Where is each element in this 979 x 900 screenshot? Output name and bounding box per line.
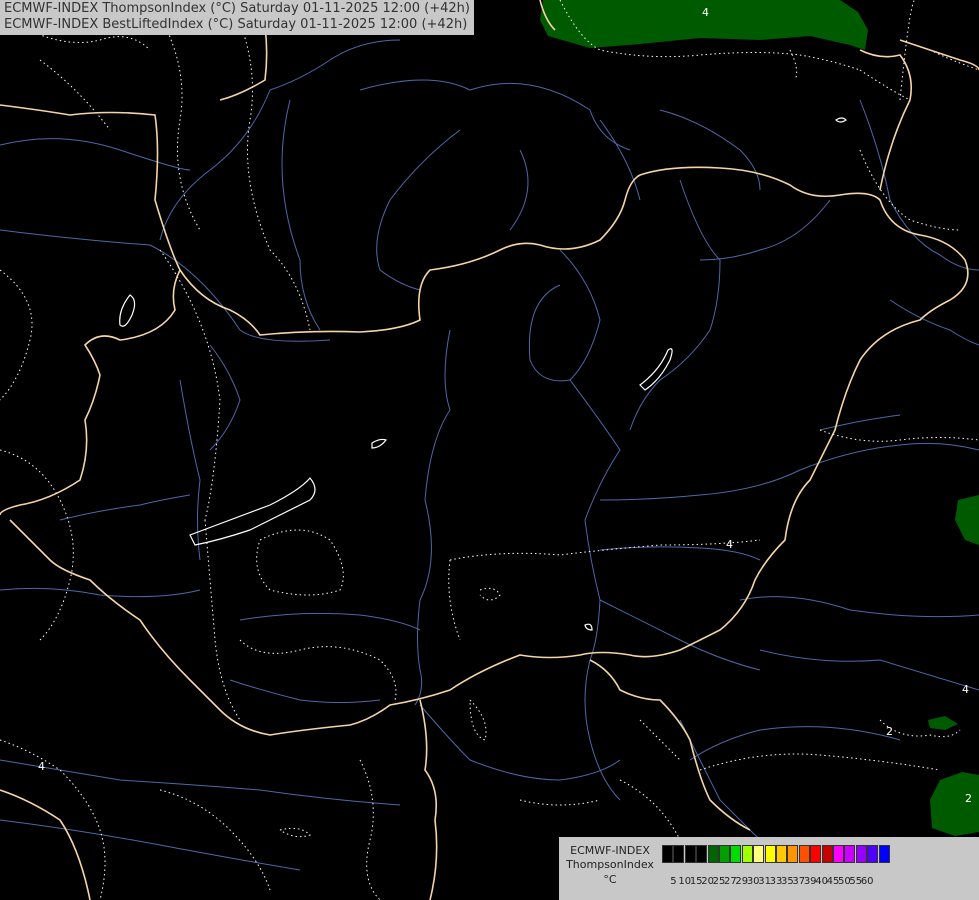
legend-swatch — [673, 845, 685, 863]
contour-label: 4 — [38, 760, 45, 773]
contour-label: 4 — [726, 538, 733, 551]
legend-title-model: ECMWF-INDEX — [570, 844, 650, 857]
contour-label: 4 — [702, 6, 709, 19]
legend-title-index: ThompsonIndex — [566, 858, 654, 871]
legend-swatch — [878, 845, 890, 863]
legend-swatch — [776, 845, 787, 863]
legend-swatch — [719, 845, 730, 863]
legend-swatch — [821, 845, 833, 863]
legend-tick-label: 60 — [860, 876, 874, 887]
map-title-box: ECMWF-INDEX ThompsonIndex (°C) Saturday … — [0, 0, 474, 35]
legend-swatch — [730, 845, 742, 863]
legend-swatch — [855, 845, 867, 863]
map-title-line-1: ECMWF-INDEX ThompsonIndex (°C) Saturday … — [4, 1, 470, 16]
legend-swatch — [867, 845, 879, 863]
legend-swatch — [810, 845, 822, 863]
legend-swatch — [787, 845, 799, 863]
contour-label: 2 — [886, 725, 893, 738]
map-title-line-2: ECMWF-INDEX BestLiftedIndex (°C) Saturda… — [4, 17, 468, 32]
legend-swatch — [707, 845, 719, 863]
weather-map: 4 4 2 2 4 4 — [0, 0, 979, 900]
legend-swatch — [662, 845, 673, 863]
contour-label: 2 — [965, 792, 972, 805]
legend-swatch — [741, 845, 753, 863]
legend-swatch — [833, 845, 844, 863]
legend-swatch — [753, 845, 765, 863]
color-legend: ECMWF-INDEX ThompsonIndex °C 5 10 15 20 25 27… — [559, 837, 979, 900]
legend-swatch — [798, 845, 810, 863]
legend-unit: °C — [603, 873, 617, 886]
legend-swatch — [844, 845, 856, 863]
legend-swatch — [696, 845, 708, 863]
legend-swatch — [764, 845, 776, 863]
contour-label: 4 — [962, 683, 969, 696]
legend-swatch — [684, 845, 696, 863]
